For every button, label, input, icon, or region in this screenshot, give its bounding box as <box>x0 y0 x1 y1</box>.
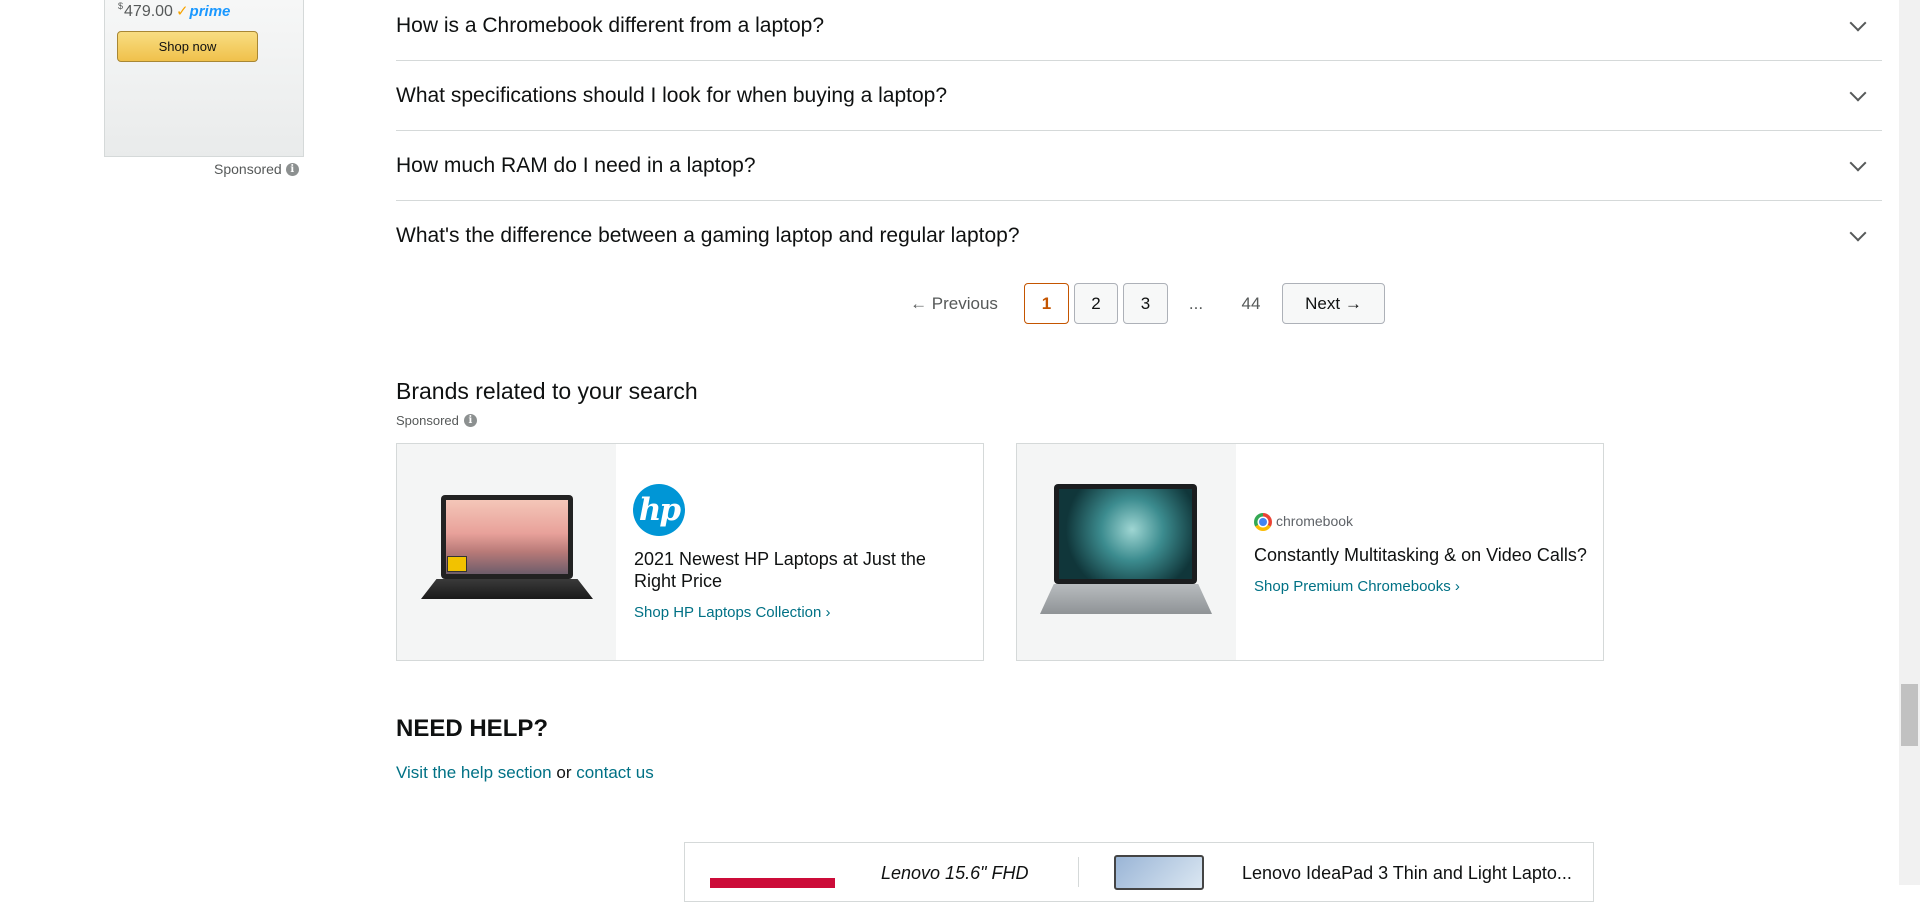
brand-title[interactable]: Constantly Multitasking & on Video Calls… <box>1254 544 1594 566</box>
laptop-sticker <box>447 556 467 572</box>
faq-list: How is a Chromebook different from a lap… <box>396 0 1882 270</box>
brands-heading: Brands related to your search <box>396 378 698 404</box>
chromebook-logo-text: chromebook <box>1276 513 1354 529</box>
need-help-heading: NEED HELP? <box>396 715 549 742</box>
brands-sponsored-label[interactable]: Sponsored i <box>396 413 477 428</box>
pagination-page-2[interactable]: 2 <box>1074 283 1118 324</box>
scrollbar-track[interactable] <box>1899 0 1920 885</box>
chromebook-laptop-image[interactable] <box>1017 444 1236 660</box>
brand-card-chromebook[interactable]: chromebook Constantly Multitasking & on … <box>1016 443 1604 661</box>
pagination-page-3[interactable]: 3 <box>1123 283 1168 324</box>
help-text: Visit the help section or contact us <box>396 763 654 783</box>
ad-sponsored-label[interactable]: Sponsored i <box>214 161 299 177</box>
prime-logo: ✓prime <box>176 3 230 20</box>
faq-question: How is a Chromebook different from a lap… <box>396 13 824 37</box>
pagination-page-current[interactable]: 1 <box>1024 283 1069 324</box>
chevron-down-icon[interactable] <box>1849 224 1867 241</box>
faq-question: How much RAM do I need in a laptop? <box>396 153 756 177</box>
sponsored-ad-card[interactable] <box>104 0 304 157</box>
hp-laptop-image[interactable] <box>397 444 616 660</box>
faq-item[interactable]: How much RAM do I need in a laptop? <box>396 131 1882 201</box>
laptop-keyboard <box>421 579 593 599</box>
laptop-keyboard <box>1040 584 1212 614</box>
prime-label: prime <box>189 3 231 20</box>
sponsored-text: Sponsored <box>214 161 282 177</box>
contact-us-link[interactable]: contact us <box>576 763 654 782</box>
pagination-ellipsis: ... <box>1188 293 1204 313</box>
brand-title[interactable]: 2021 Newest HP Laptops at Just the Right… <box>634 548 944 592</box>
divider <box>1078 857 1079 887</box>
faq-question: What's the difference between a gaming l… <box>396 223 1020 247</box>
help-section-link[interactable]: Visit the help section <box>396 763 552 782</box>
pagination-next[interactable]: Next → <box>1282 283 1385 324</box>
chrome-icon <box>1254 513 1272 531</box>
shop-now-button[interactable]: Shop now <box>117 31 258 62</box>
scrollbar-thumb[interactable] <box>1901 684 1918 746</box>
brand-card-hp[interactable]: hp 2021 Newest HP Laptops at Just the Ri… <box>396 443 984 661</box>
help-connector: or <box>556 763 572 782</box>
faq-item[interactable]: How is a Chromebook different from a lap… <box>396 0 1882 61</box>
product-image-lenovo[interactable] <box>710 878 835 888</box>
faq-item[interactable]: What specifications should I look for wh… <box>396 61 1882 131</box>
chevron-down-icon[interactable] <box>1849 14 1867 31</box>
sponsored-text: Sponsored <box>396 413 459 428</box>
laptop-screen <box>1054 484 1197 584</box>
ad-price: $479.00 ✓prime <box>118 1 230 21</box>
ad-price-value: 479.00 <box>124 3 173 20</box>
chevron-down-icon[interactable] <box>1849 154 1867 171</box>
product-title[interactable]: Lenovo 15.6" FHD <box>881 863 1028 884</box>
info-icon[interactable]: i <box>285 162 299 176</box>
faq-item[interactable]: What's the difference between a gaming l… <box>396 201 1882 270</box>
faq-question: What specifications should I look for wh… <box>396 83 947 107</box>
product-title[interactable]: Lenovo IdeaPad 3 Thin and Light Lapto... <box>1242 863 1572 884</box>
info-icon[interactable]: i <box>463 414 477 427</box>
laptop-wallpaper <box>1059 489 1192 579</box>
pagination-page-last: 44 <box>1241 293 1261 313</box>
brand-link[interactable]: Shop HP Laptops Collection › <box>634 604 831 621</box>
pagination-previous[interactable]: ← Previous <box>898 283 1010 324</box>
brand-link[interactable]: Shop Premium Chromebooks › <box>1254 578 1460 595</box>
chevron-down-icon[interactable] <box>1849 84 1867 101</box>
prime-check-icon: ✓ <box>175 3 189 20</box>
hp-logo: hp <box>633 484 685 536</box>
ad-currency: $ <box>118 1 124 11</box>
